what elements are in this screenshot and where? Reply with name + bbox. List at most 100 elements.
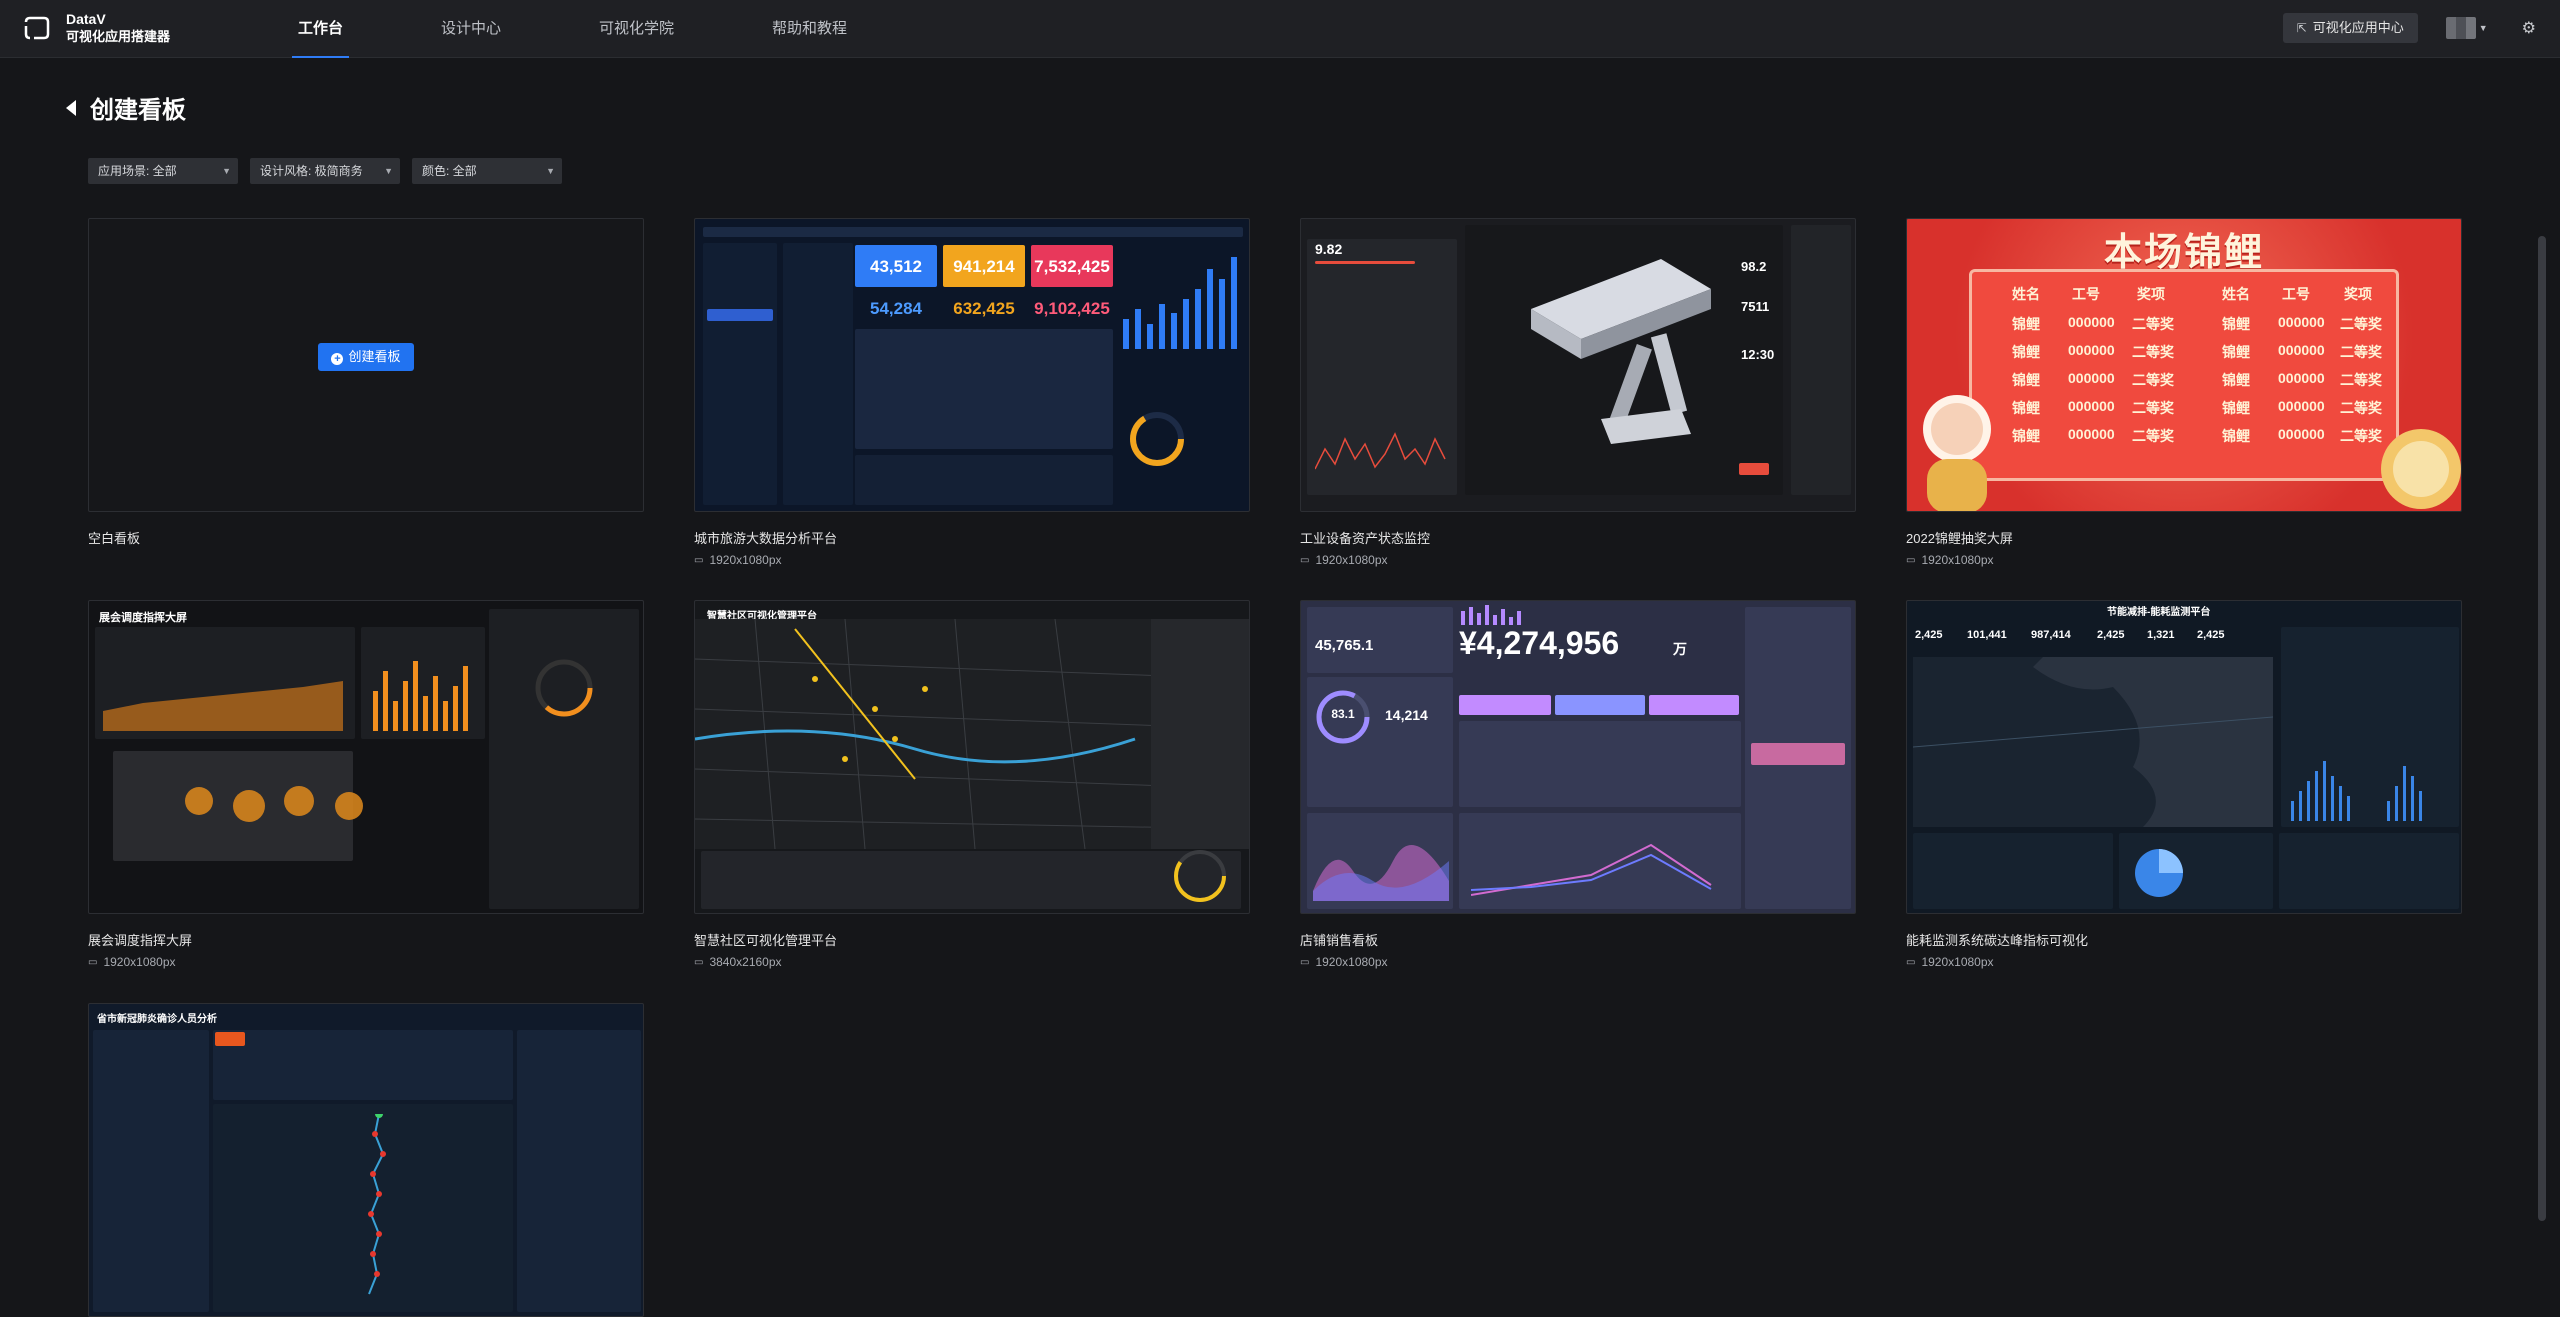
gauge-graphic [1174,850,1226,902]
tab-design-center[interactable]: 设计中心 [413,0,529,58]
kpi-value: 7511 [1741,299,1770,314]
kpi-value: 98.2 [1741,259,1767,274]
size-text: 1920x1080px [103,955,176,969]
style-filter-label: 设计风格: 极简商务 [260,164,363,178]
lottery-header: 工号 [2282,286,2310,302]
card-name: 城市旅游大数据分析平台 [694,531,838,546]
brand[interactable]: DataV 可视化应用搭建器 [22,10,170,46]
caret-down-icon: ▼ [384,166,393,176]
lottery-cell: 二等奖 [2340,400,2382,416]
size-text: 1920x1080px [1315,553,1388,567]
lottery-cell: 锦鲤 [2222,372,2250,388]
lottery-cell: 二等奖 [2132,400,2174,416]
template-thumbnail-city-tourism[interactable]: 43,512 941,214 7,532,425 54,284 632,425 … [694,218,1250,512]
lottery-cell: 二等奖 [2340,372,2382,388]
template-card: 9.82 98.2 7511 12:30 工业设备资产状态监控 ▭ 1920x10… [1300,218,1856,567]
card-size: ▭ 1920x1080px [694,553,1250,567]
color-filter[interactable]: 颜色: 全部 ▼ [412,158,562,184]
bar-chart-graphic [373,661,468,731]
create-board-button[interactable]: + 创建看板 [318,343,414,371]
app-center-button[interactable]: ⇱ 可视化应用中心 [2282,13,2418,43]
filter-bar: 应用场景: 全部 ▼ 设计风格: 极简商务 ▼ 颜色: 全部 ▼ [88,158,574,184]
card-name: 工业设备资产状态监控 [1300,531,1431,546]
lottery-header: 姓名 [2012,286,2040,302]
lottery-panel: 姓名 工号 奖项 姓名 工号 奖项 锦鲤 000000 二等奖 锦鲤 000000 二等奖… [1969,269,2399,481]
tab-help-tutorials[interactable]: 帮助和教程 [744,0,875,58]
template-card: 43,512 941,214 7,532,425 54,284 632,425 … [694,218,1250,567]
thumb-title: 展会调度指挥大屏 [99,612,187,624]
template-card: 本场锦鲤 姓名 工号 奖项 姓名 工号 奖项 锦鲤 000000 二等奖 锦鲤 0000… [1906,218,2462,567]
kpi-value: 941,214 [953,257,1015,276]
page-title[interactable]: 创建看板 [66,90,186,125]
page-scrollbar[interactable] [2538,236,2546,1221]
card-name: 2022锦鲤抽奖大屏 [1906,531,2013,546]
thumb-title: 节能减排-能耗监测平台 [2107,607,2211,618]
scene-filter[interactable]: 应用场景: 全部 ▼ [88,158,238,184]
main-tabs: 工作台 设计中心 可视化学院 帮助和教程 [270,0,917,58]
size-text: 1920x1080px [1315,955,1388,969]
monitor-icon: ▭ [694,554,704,566]
chevron-down-icon[interactable]: ▼ [2479,23,2488,33]
kpi-value: 2,425 [2197,629,2225,641]
lottery-cell: 锦鲤 [2012,344,2040,360]
datav-logo-icon [24,16,50,40]
card-name: 空白看板 [88,531,141,546]
area-chart-graphic [103,681,343,731]
ring-chart-graphic [1130,412,1184,466]
bar-chart-graphic [1123,257,1237,349]
style-filter[interactable]: 设计风格: 极简商务 ▼ [250,158,400,184]
kpi-value: 43,512 [870,257,922,276]
kpi-value: 54,284 [870,299,922,318]
template-thumbnail-sales[interactable]: 45,765.1 83.1 14,214 ¥4,274,956 万 [1300,600,1856,914]
size-text: 1920x1080px [1921,553,1994,567]
lottery-cell: 锦鲤 [2012,428,2040,444]
card-size: ▭ 1920x1080px [88,955,644,969]
app-center-label: 可视化应用中心 [2312,20,2404,35]
lottery-cell: 000000 [2278,314,2325,330]
brand-subtitle: 可视化应用搭建器 [66,29,171,44]
lottery-cell: 二等奖 [2132,316,2174,332]
tab-workbench[interactable]: 工作台 [270,0,371,58]
monitor-icon: ▭ [88,956,98,968]
plus-icon: + [331,353,344,365]
kpi-value: 1,321 [2147,629,2175,641]
tab-visualization-academy[interactable]: 可视化学院 [571,0,702,58]
size-text: 3840x2160px [709,955,782,969]
template-thumbnail-industrial[interactable]: 9.82 98.2 7511 12:30 [1300,218,1856,512]
size-text: 1920x1080px [709,553,782,567]
template-thumbnail-epidemic[interactable]: 省市新冠肺炎确诊人员分析 [88,1003,644,1317]
back-arrow-icon[interactable] [66,99,76,116]
template-card: 45,765.1 83.1 14,214 ¥4,274,956 万 店铺销售看板… [1300,600,1856,969]
lottery-cell: 锦鲤 [2012,316,2040,332]
top-navigation: DataV 可视化应用搭建器 工作台 设计中心 可视化学院 帮助和教程 ⇱ 可视… [0,0,2560,58]
caret-down-icon: ▼ [546,166,555,176]
template-thumbnail-energy[interactable]: 节能减排-能耗监测平台 2,425 101,441 987,414 2,425 … [1906,600,2462,914]
lottery-cell: 000000 [2068,370,2115,386]
line-chart-graphic [1315,432,1446,470]
lottery-cell: 000000 [2068,342,2115,358]
template-thumbnail-lottery[interactable]: 本场锦鲤 姓名 工号 奖项 姓名 工号 奖项 锦鲤 000000 二等奖 锦鲤 0000… [1906,218,2462,512]
card-size: ▭ 1920x1080px [1906,955,2462,969]
kpi-value: 101,441 [1967,629,2007,641]
avatar[interactable] [2445,17,2476,39]
card-name: 展会调度指挥大屏 [88,933,193,948]
kpi-value: 45,765.1 [1315,637,1374,654]
monitor-icon: ▭ [1906,554,1916,566]
card-size: ▭ 1920x1080px [1300,955,1856,969]
template-thumbnail-expo[interactable]: 展会调度指挥大屏 [88,600,644,914]
lottery-cell: 000000 [2278,426,2325,442]
gear-icon[interactable]: ⚙ [2522,18,2536,38]
kpi-value: 83.1 [1331,707,1355,721]
template-card: 节能减排-能耗监测平台 2,425 101,441 987,414 2,425 … [1906,600,2462,969]
caret-down-icon: ▼ [222,166,231,176]
color-filter-label: 颜色: 全部 [422,164,477,178]
template-thumbnail-community[interactable]: 智慧社区可视化管理平台 [694,600,1250,914]
bar-strip-graphic [1461,605,1521,625]
kpi-value: ¥4,274,956 [1459,625,1620,661]
blank-board-thumbnail[interactable]: + 创建看板 [88,218,644,512]
card-size: ▭ 1920x1080px [1300,553,1856,567]
external-link-icon: ⇱ [2296,21,2307,35]
machine-model-graphic [1531,259,1711,444]
card-size: ▭ 3840x2160px [694,955,1250,969]
lottery-cell: 000000 [2278,370,2325,386]
